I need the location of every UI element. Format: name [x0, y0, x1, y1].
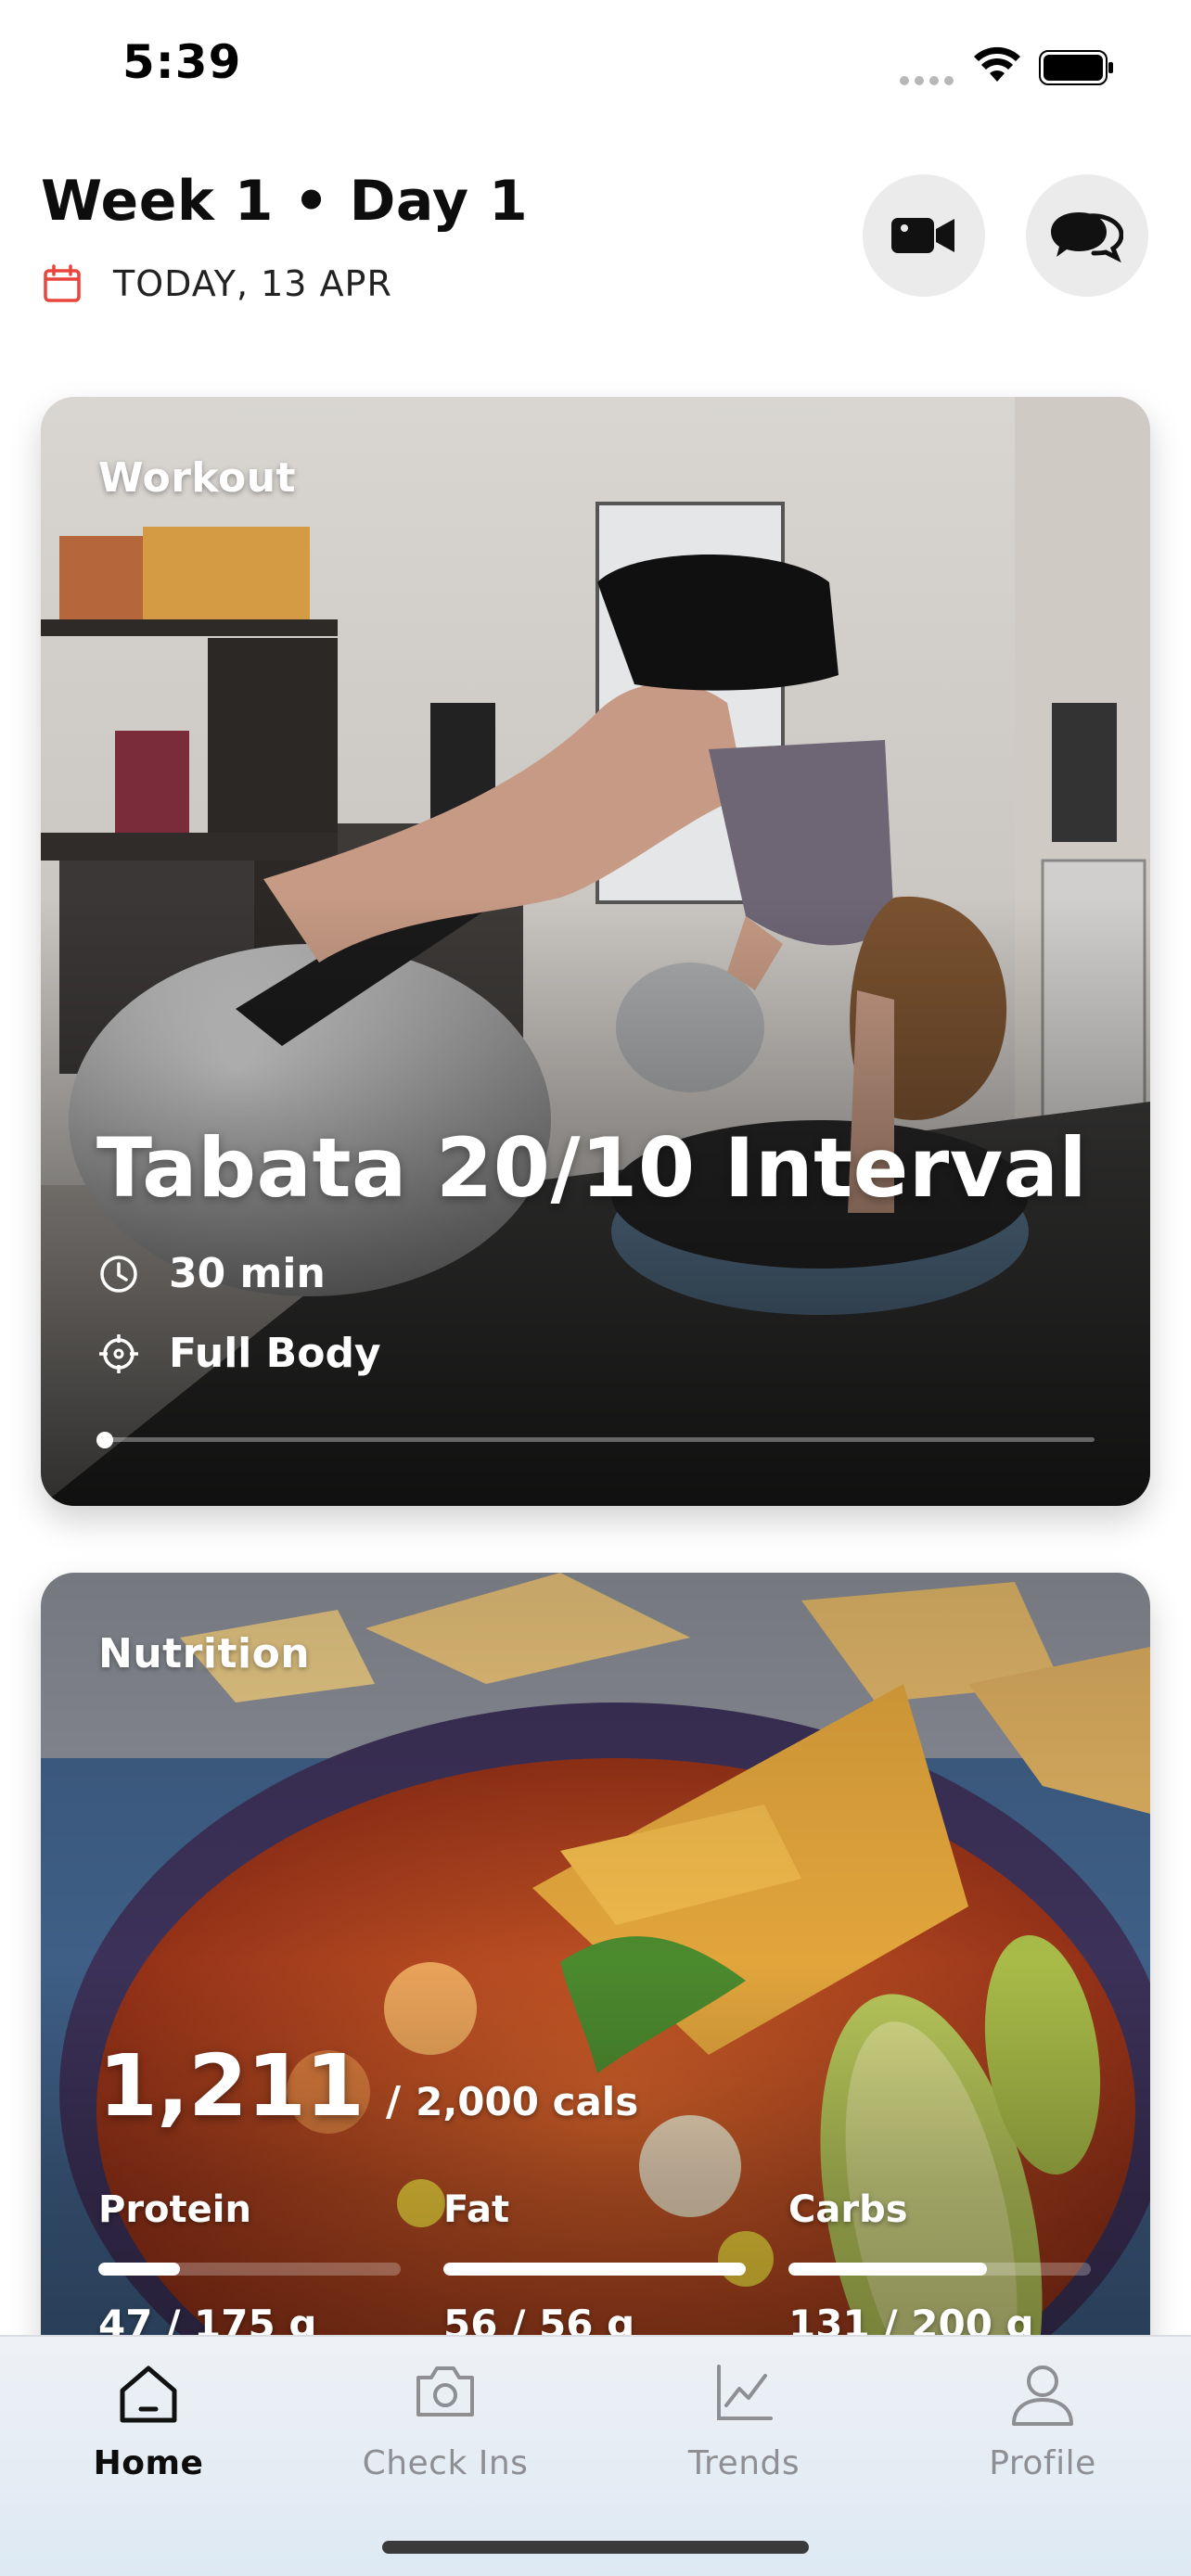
calories-summary: 1,211 / 2,000 cals [98, 2036, 638, 2136]
macro-carbs: Carbs 131 / 200 g [788, 2188, 1095, 2347]
target-crosshair-icon [99, 1333, 138, 1373]
workout-card-label: Workout [98, 454, 297, 502]
status-bar: 5:39 [0, 0, 1191, 130]
person-icon [1012, 2366, 1073, 2426]
calendar-icon [44, 264, 81, 302]
macro-protein: Protein 47 / 175 g [98, 2188, 404, 2347]
calories-separator: / [386, 2078, 402, 2125]
workout-focus: Full Body [169, 1330, 381, 1377]
tab-trends-label: Trends [687, 2444, 800, 2482]
macro-name: Protein [98, 2188, 251, 2231]
workout-progress-track [98, 1437, 1095, 1442]
workout-focus-row: Full Body [98, 1330, 381, 1377]
cellular-signal-icon [900, 76, 954, 85]
workout-duration: 30 min [169, 1250, 326, 1297]
trend-chart-icon [717, 2365, 773, 2420]
calories-goal: 2,000 cals [416, 2079, 639, 2124]
workout-card[interactable]: Workout Tabata 20/10 Interval 30 min Ful… [41, 397, 1150, 1506]
video-call-button[interactable] [863, 174, 985, 297]
tab-home-label: Home [93, 2444, 204, 2482]
tab-check-ins-label: Check Ins [362, 2444, 529, 2482]
macro-progress-track [443, 2263, 746, 2276]
clock-icon [100, 1255, 137, 1293]
tab-home[interactable]: Home [0, 2337, 297, 2504]
page-title: Week 1 • Day 1 [41, 169, 529, 234]
macro-progress-fill [443, 2263, 746, 2276]
calories-consumed: 1,211 [98, 2036, 365, 2136]
video-camera-icon [891, 218, 954, 253]
workout-progress-indicator [96, 1432, 113, 1448]
macro-name: Fat [443, 2188, 510, 2231]
home-icon [120, 2366, 177, 2423]
camera-icon [416, 2366, 474, 2417]
date-label: TODAY, 13 APR [113, 263, 392, 304]
battery-icon [1039, 50, 1113, 85]
macro-progress-fill [98, 2263, 181, 2276]
macro-name: Carbs [788, 2188, 908, 2231]
tab-bar: Home Check Ins Trends Profile [0, 2335, 1191, 2576]
macro-fat: Fat 56 / 56 g [443, 2188, 749, 2347]
tab-check-ins[interactable]: Check Ins [297, 2337, 594, 2504]
wifi-icon [974, 46, 1020, 82]
workout-title: Tabata 20/10 Interval [96, 1120, 1088, 1216]
nutrition-card-label: Nutrition [98, 1630, 311, 1677]
home-indicator [382, 2541, 809, 2554]
workout-duration-row: 30 min [98, 1250, 326, 1297]
tab-profile-label: Profile [989, 2444, 1096, 2482]
macro-progress-track [98, 2263, 401, 2276]
chat-button[interactable] [1026, 174, 1148, 297]
macro-progress-track [788, 2263, 1091, 2276]
chat-bubbles-icon [1051, 212, 1123, 263]
tab-profile[interactable]: Profile [894, 2337, 1191, 2504]
status-time: 5:39 [122, 35, 242, 89]
date-row: TODAY, 13 APR [43, 263, 392, 304]
tab-trends[interactable]: Trends [596, 2337, 892, 2504]
macro-progress-fill [788, 2263, 987, 2276]
